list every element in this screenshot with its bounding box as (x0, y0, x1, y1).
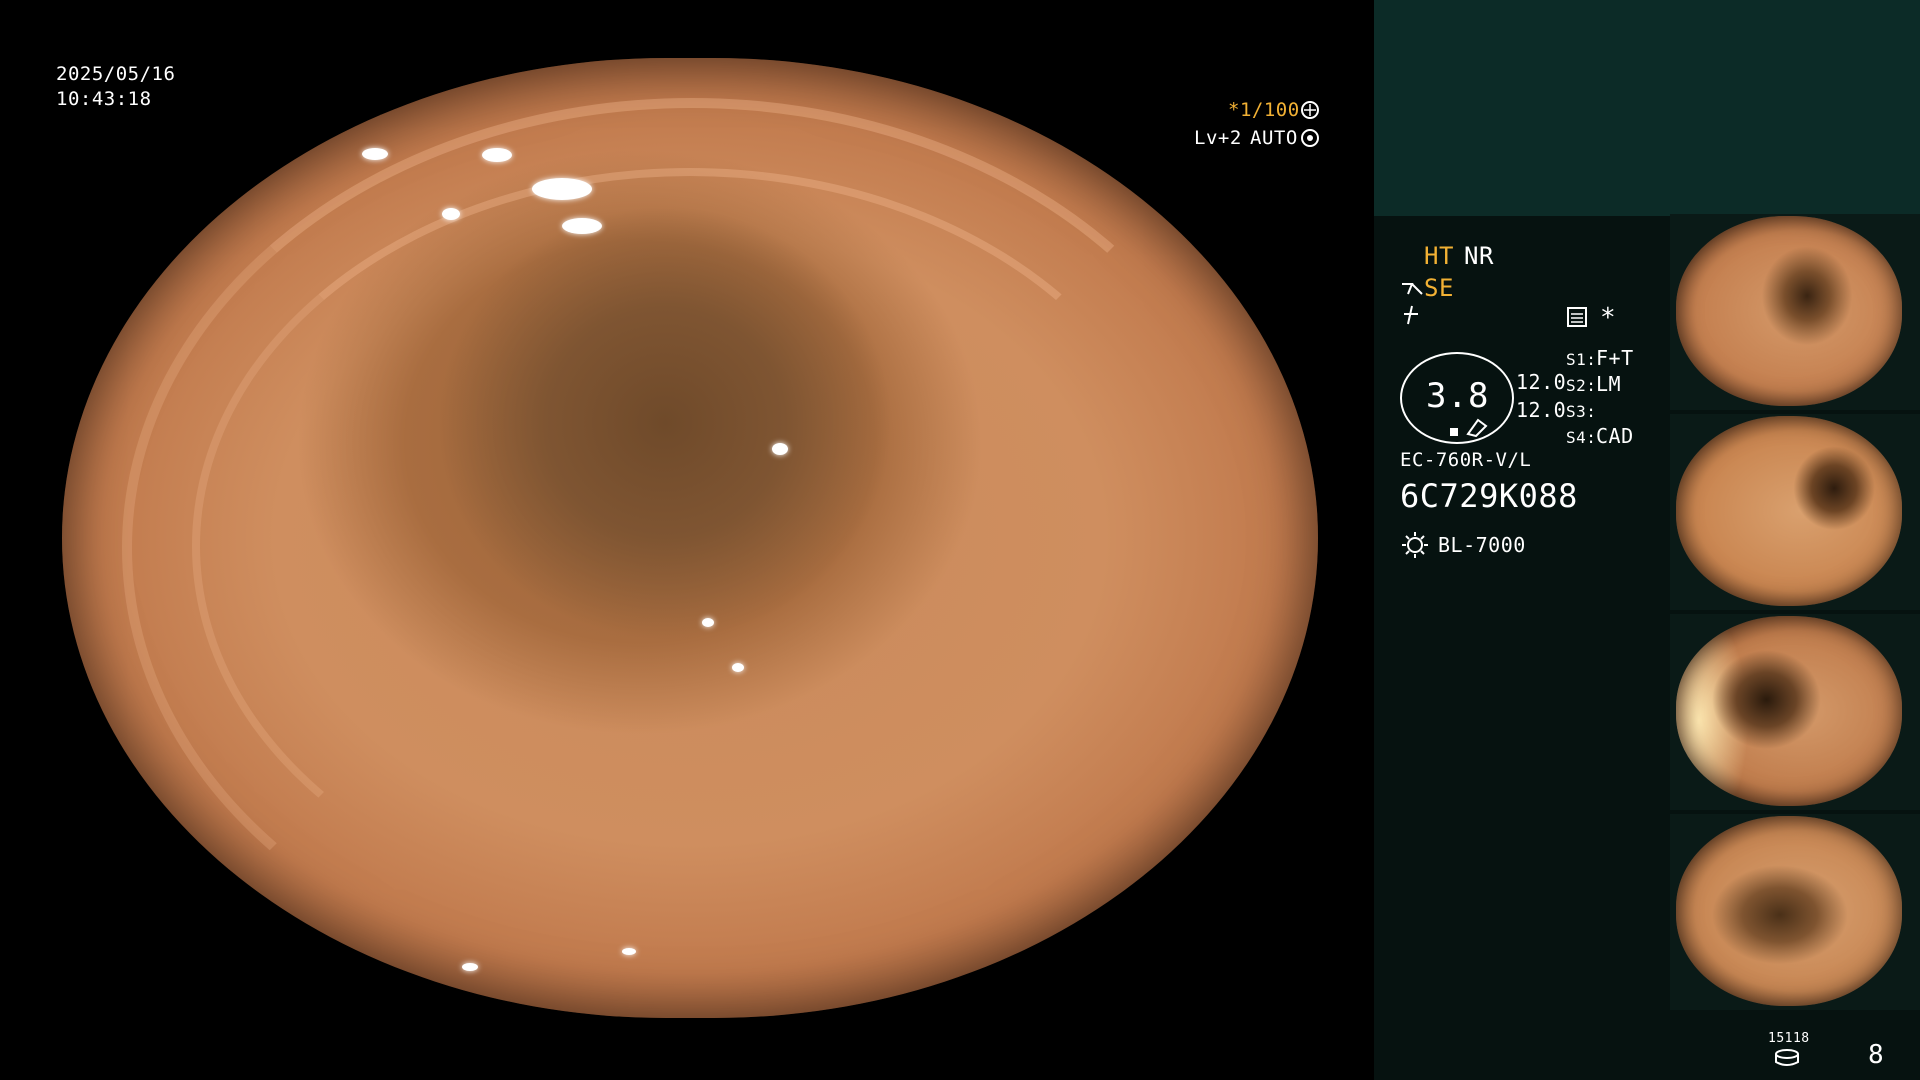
light-reflection (622, 948, 636, 955)
info-panel-header (1374, 0, 1920, 216)
light-reflection (532, 178, 592, 200)
iris-mode-label: AUTO (1250, 127, 1298, 149)
storage-disk-icon (1774, 1048, 1800, 1072)
level-label: Lv+2 (1194, 127, 1242, 149)
light-reflection (462, 963, 478, 971)
s2-label: S2: (1566, 376, 1597, 395)
scope-model-label: EC-760R-V/L (1400, 449, 1532, 471)
structure-enhance-icon (1400, 278, 1424, 304)
endoscope-main-view (62, 58, 1318, 1018)
time-label: 10:43:18 (56, 88, 152, 110)
storage-count-label: 15118 (1768, 1031, 1810, 1046)
light-reflection (732, 663, 744, 672)
se-label: SE (1424, 274, 1454, 302)
flash-icon (1400, 304, 1422, 330)
thumbnail-2[interactable] (1676, 416, 1902, 606)
s3-label: S3: (1566, 402, 1597, 421)
asterisk-label: * (1600, 303, 1617, 333)
light-reflection (482, 148, 512, 162)
image-mode-icon (1566, 306, 1588, 332)
thumbnail-1[interactable] (1676, 216, 1902, 406)
date-label: 2025/05/16 (56, 63, 176, 85)
s4-value: CAD (1596, 424, 1634, 448)
scope-serial-label: 6C729K088 (1400, 477, 1578, 515)
value-2: 12.0 (1516, 398, 1567, 422)
s4-label: S4: (1566, 428, 1597, 447)
s2-value: LM (1596, 372, 1622, 396)
nr-label: NR (1464, 242, 1494, 270)
shutter-speed-label: *1/100 (1228, 99, 1300, 121)
scope-tip-icon (1448, 416, 1488, 442)
light-reflection (442, 208, 460, 220)
s1-value: F+T (1596, 346, 1634, 370)
iris-icon (1300, 128, 1320, 152)
page-number-label: 8 (1868, 1040, 1885, 1070)
s1-label: S1: (1566, 350, 1597, 369)
mucosal-fold (192, 168, 1188, 924)
light-reflection (702, 618, 714, 627)
light-reflection (362, 148, 388, 160)
magnification-value: 3.8 (1426, 376, 1489, 416)
light-source-icon (1400, 530, 1430, 564)
thumbnail-4[interactable] (1676, 816, 1902, 1006)
light-source-label: BL-7000 (1438, 533, 1526, 557)
value-1: 12.0 (1516, 370, 1567, 394)
light-reflection (772, 443, 788, 455)
ht-label: HT (1424, 242, 1454, 270)
light-reflection (562, 218, 602, 234)
shutter-icon (1300, 100, 1320, 124)
thumbnail-3[interactable] (1676, 616, 1902, 806)
